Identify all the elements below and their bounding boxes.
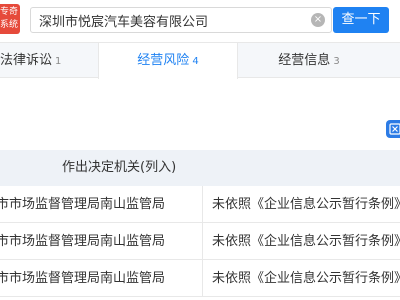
table-row: 市市场监督管理局南山监管局 未依照《企业信息公示暂行条例》第八 (0, 186, 400, 223)
authority-cell: 市市场监督管理局南山监管局 (0, 234, 166, 249)
tab-bar: 法律诉讼 1 经营风险 4 经营信息 3 (0, 42, 400, 79)
reason-cell: 未依照《企业信息公示暂行条例》第八 (212, 271, 400, 286)
app-logo[interactable]: 专奇 系统 (0, 4, 20, 34)
table-header: 作出决定机关(列入) (0, 150, 400, 186)
tab-count: 1 (55, 56, 62, 67)
logo-line-2: 系统 (0, 20, 19, 30)
column-divider (202, 186, 203, 223)
tab-label: 经营风险 (137, 53, 190, 68)
clear-icon[interactable]: × (311, 13, 325, 27)
table-row: 市市场监督管理局南山监管局 未依照《企业信息公示暂行条例》第八 (0, 223, 400, 260)
tab-label: 经营信息 (278, 53, 331, 68)
logo-line-1: 专奇 (0, 7, 19, 17)
tab-lawsuit[interactable]: 法律诉讼 1 (0, 43, 98, 78)
column-divider (202, 260, 203, 297)
authority-cell: 市市场监督管理局南山监管局 (0, 197, 166, 212)
top-bar: 专奇 系统 × 查一下 (0, 0, 400, 42)
reason-cell: 未依照《企业信息公示暂行条例》第八 (212, 234, 400, 249)
tab-count: 4 (192, 56, 199, 67)
table-row: 市市场监督管理局南山监管局 未依照《企业信息公示暂行条例》第八 (0, 260, 400, 297)
tab-count: 3 (333, 56, 340, 67)
column-divider (202, 223, 203, 260)
search-button[interactable]: 查一下 (333, 7, 389, 33)
tab-label: 法律诉讼 (0, 53, 53, 68)
authority-cell: 市市场监督管理局南山监管局 (0, 271, 166, 286)
search-box: × (30, 7, 332, 33)
export-excel-icon[interactable] (386, 120, 400, 138)
reason-cell: 未依照《企业信息公示暂行条例》第八 (212, 197, 400, 212)
export-glyph (389, 123, 400, 135)
tab-business-info[interactable]: 经营信息 3 (238, 43, 400, 78)
tab-business-risk[interactable]: 经营风险 4 (98, 43, 238, 79)
column-header-authority: 作出决定机关(列入) (62, 160, 177, 175)
search-input[interactable] (39, 8, 309, 32)
